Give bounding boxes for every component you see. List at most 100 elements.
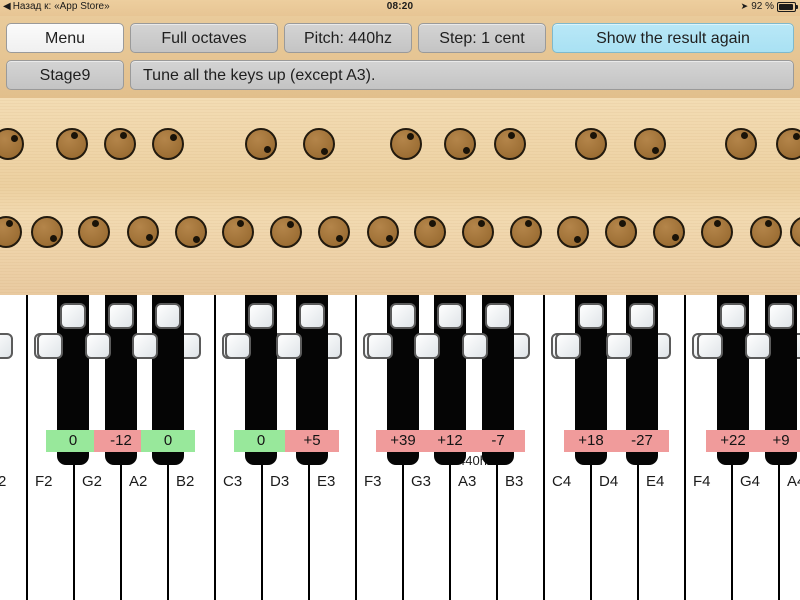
tuning-pin[interactable]: [127, 216, 159, 248]
black-key-cent-readout: -12: [94, 430, 148, 452]
white-key[interactable]: E2: [0, 295, 26, 600]
tuning-pin[interactable]: [575, 128, 607, 160]
black-key[interactable]: +18: [555, 295, 618, 465]
tuning-pin[interactable]: [634, 128, 666, 160]
tuning-pin[interactable]: [222, 216, 254, 248]
key-tune-button-lower[interactable]: [414, 333, 440, 359]
key-tune-button-upper[interactable]: [248, 303, 274, 329]
tuning-pin[interactable]: [175, 216, 207, 248]
pitch-button[interactable]: Pitch: 440hz: [284, 23, 412, 53]
tuning-pin[interactable]: [653, 216, 685, 248]
tuning-pin[interactable]: [790, 216, 800, 248]
stage-button[interactable]: Stage9: [6, 60, 124, 90]
tuning-pin[interactable]: [462, 216, 494, 248]
black-key[interactable]: +22: [697, 295, 760, 465]
black-key[interactable]: +12: [414, 295, 477, 465]
white-key-note-label: G4: [740, 473, 761, 490]
black-key[interactable]: +9: [745, 295, 800, 465]
battery-icon: [777, 1, 798, 12]
key-tune-button-upper[interactable]: [629, 303, 655, 329]
tuning-pin-marker-dot: [462, 146, 470, 154]
tuning-pin-marker-dot: [170, 133, 178, 141]
tuning-pin-marker-dot: [236, 219, 244, 227]
black-key-cent-readout: 0: [46, 430, 100, 452]
tuning-pin[interactable]: [0, 128, 24, 160]
piano-tuner-app: ◀ Назад к: «App Store» 08:20 ➤ 92 % Menu…: [0, 0, 800, 600]
tuning-pin-marker-dot: [385, 234, 393, 242]
tuning-pin[interactable]: [367, 216, 399, 248]
white-key-note-label: C4: [552, 473, 572, 490]
key-tune-button-lower[interactable]: [132, 333, 158, 359]
white-key-note-label: D3: [270, 473, 290, 490]
white-key-note-label: A2: [129, 473, 148, 490]
tuning-pin[interactable]: [750, 216, 782, 248]
status-right-cluster: ➤ 92 %: [741, 1, 798, 12]
tuning-pin[interactable]: [444, 128, 476, 160]
black-key[interactable]: +5: [276, 295, 339, 465]
tuning-pin[interactable]: [494, 128, 526, 160]
key-tune-button-lower[interactable]: [276, 333, 302, 359]
tuning-pin[interactable]: [390, 128, 422, 160]
key-tune-button-lower[interactable]: [745, 333, 771, 359]
key-tune-button-lower[interactable]: [606, 333, 632, 359]
key-tune-button-lower[interactable]: [37, 333, 63, 359]
white-key-note-label: A4: [787, 473, 800, 490]
black-key[interactable]: 0: [225, 295, 288, 465]
key-tune-button-upper[interactable]: [768, 303, 794, 329]
tuning-pin[interactable]: [605, 216, 637, 248]
key-tune-button-lower[interactable]: [225, 333, 251, 359]
tuning-pin-marker-dot: [428, 219, 436, 227]
tuning-pin-marker-dot: [49, 234, 57, 242]
key-tune-button-upper[interactable]: [155, 303, 181, 329]
tuning-pin-marker-dot: [714, 219, 722, 227]
tuning-pin[interactable]: [318, 216, 350, 248]
tuning-pin-marker-dot: [740, 132, 748, 140]
key-tune-button-upper[interactable]: [437, 303, 463, 329]
tuning-pin[interactable]: [270, 216, 302, 248]
tuning-pin[interactable]: [701, 216, 733, 248]
tuning-pin-marker-dot: [92, 219, 100, 227]
black-key[interactable]: +39: [367, 295, 430, 465]
show-result-button[interactable]: Show the result again: [552, 23, 794, 53]
black-key[interactable]: -7: [462, 295, 525, 465]
toolbar-row-secondary: Stage9 Tune all the keys up (except A3).: [0, 60, 800, 90]
tuning-pin[interactable]: [776, 128, 800, 160]
key-tune-button-lower[interactable]: [367, 333, 393, 359]
step-button[interactable]: Step: 1 cent: [418, 23, 546, 53]
tuning-pin[interactable]: [104, 128, 136, 160]
tuning-pin-marker-dot: [477, 220, 485, 228]
tuning-pin[interactable]: [414, 216, 446, 248]
tuning-pin[interactable]: [510, 216, 542, 248]
tuning-pin[interactable]: [31, 216, 63, 248]
tuning-pin[interactable]: [303, 128, 335, 160]
key-tune-button-lower[interactable]: [85, 333, 111, 359]
black-key[interactable]: 0: [37, 295, 100, 465]
key-tune-button-lower[interactable]: [555, 333, 581, 359]
menu-button[interactable]: Menu: [6, 23, 124, 53]
key-tune-button-upper[interactable]: [299, 303, 325, 329]
tuning-pin[interactable]: [56, 128, 88, 160]
tuning-pin[interactable]: [152, 128, 184, 160]
tuning-pin[interactable]: [725, 128, 757, 160]
tuning-pin-marker-dot: [70, 131, 78, 139]
key-tune-button-upper[interactable]: [390, 303, 416, 329]
black-key[interactable]: 0: [132, 295, 195, 465]
tuning-pin[interactable]: [78, 216, 110, 248]
key-tune-button-upper[interactable]: [60, 303, 86, 329]
key-tune-button-lower[interactable]: [697, 333, 723, 359]
key-tune-button[interactable]: [0, 333, 13, 359]
full-octaves-button[interactable]: Full octaves: [130, 23, 278, 53]
tuning-pin-marker-dot: [192, 235, 200, 243]
tuning-pin[interactable]: [245, 128, 277, 160]
piano-keyboard: E2F2G2A2B2C3D3E3F3G3440hzA3B3C4D4E4F4G4A…: [0, 295, 800, 600]
black-key[interactable]: -27: [606, 295, 669, 465]
key-tune-button-upper[interactable]: [578, 303, 604, 329]
key-tune-button-upper[interactable]: [108, 303, 134, 329]
tuning-pin[interactable]: [0, 216, 22, 248]
tuning-pin[interactable]: [557, 216, 589, 248]
key-tune-button-upper[interactable]: [720, 303, 746, 329]
black-key[interactable]: -12: [85, 295, 148, 465]
key-tune-button-lower[interactable]: [462, 333, 488, 359]
black-key-cent-readout: 0: [141, 430, 195, 452]
key-tune-button-upper[interactable]: [485, 303, 511, 329]
